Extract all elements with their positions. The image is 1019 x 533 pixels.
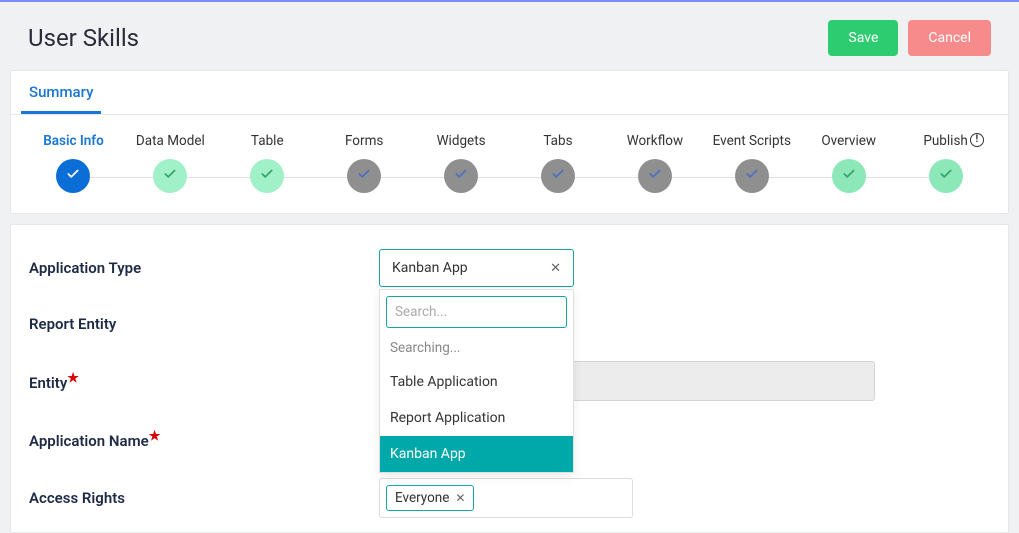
check-icon [260, 167, 274, 185]
row-application-type: Application Type Kanban App ✕ Searching.… [11, 235, 1008, 301]
application-type-dropdown: Searching... Table Application Report Ap… [379, 289, 574, 473]
step-circle [541, 159, 575, 193]
step-label: Event Scripts [713, 133, 791, 149]
label-report-entity: Report Entity [29, 315, 379, 333]
remove-chip-icon[interactable]: ✕ [455, 491, 465, 505]
application-type-value: Kanban App [392, 260, 468, 276]
step-data-model[interactable]: Data Model [122, 133, 219, 193]
dropdown-option-table-application[interactable]: Table Application [380, 364, 573, 400]
step-basic-info[interactable]: Basic Info [25, 133, 122, 193]
step-label: Overview [821, 133, 876, 149]
step-label: Widgets [437, 133, 486, 149]
dropdown-status: Searching... [380, 336, 573, 364]
field-access-rights: Everyone ✕ [379, 478, 990, 518]
check-icon [939, 167, 953, 185]
clear-icon[interactable]: ✕ [550, 261, 561, 276]
cancel-button[interactable]: Cancel [908, 20, 991, 56]
step-circle [153, 159, 187, 193]
tab-bar: Summary [11, 71, 1008, 115]
step-circle [56, 159, 90, 193]
step-circle [735, 159, 769, 193]
check-icon [551, 167, 565, 185]
save-button[interactable]: Save [828, 20, 898, 56]
step-circle [638, 159, 672, 193]
header-buttons: Save Cancel [828, 20, 991, 56]
dropdown-search-wrap [386, 296, 567, 328]
step-circle [929, 159, 963, 193]
dropdown-option-kanban-app[interactable]: Kanban App [380, 436, 573, 472]
step-tabs[interactable]: Tabs [510, 133, 607, 193]
required-star-icon: ★ [149, 429, 161, 444]
check-icon [163, 167, 177, 185]
step-widgets[interactable]: Widgets [413, 133, 510, 193]
dropdown-search-input[interactable] [386, 296, 567, 328]
alert-icon: ! [970, 133, 984, 147]
step-forms[interactable]: Forms [316, 133, 413, 193]
field-application-type: Kanban App ✕ Searching... Table Applicat… [379, 249, 990, 287]
step-label: Workflow [627, 133, 683, 149]
step-label: Forms [345, 133, 383, 149]
step-label: Table [251, 133, 284, 149]
step-label: Publish! [923, 133, 968, 149]
page-title: User Skills [28, 24, 139, 52]
step-workflow[interactable]: Workflow [606, 133, 703, 193]
row-access-rights: Access Rights Everyone ✕ [11, 464, 1008, 532]
required-star-icon: ★ [67, 371, 79, 386]
page-header: User Skills Save Cancel [0, 2, 1019, 70]
step-circle [444, 159, 478, 193]
step-circle [347, 159, 381, 193]
label-application-name: Application Name★ [29, 429, 379, 450]
form-card: Application Type Kanban App ✕ Searching.… [10, 224, 1009, 533]
step-circle [832, 159, 866, 193]
check-icon [648, 167, 662, 185]
check-icon [66, 167, 80, 185]
application-type-select[interactable]: Kanban App ✕ [379, 249, 574, 287]
step-publish[interactable]: Publish! [897, 133, 994, 193]
dropdown-option-report-application[interactable]: Report Application [380, 400, 573, 436]
access-rights-chip-everyone[interactable]: Everyone ✕ [386, 485, 474, 511]
access-rights-input[interactable]: Everyone ✕ [379, 478, 633, 518]
check-icon [842, 167, 856, 185]
label-entity: Entity★ [29, 371, 379, 392]
step-table[interactable]: Table [219, 133, 316, 193]
check-icon [454, 167, 468, 185]
step-label: Data Model [136, 133, 205, 149]
stepper: Basic Info Data Model Table Forms Widgets Tab… [11, 115, 1008, 213]
check-icon [745, 167, 759, 185]
step-event-scripts[interactable]: Event Scripts [703, 133, 800, 193]
label-access-rights: Access Rights [29, 489, 379, 507]
summary-card: Summary Basic Info Data Model Table Forms Wi… [10, 70, 1009, 214]
step-overview[interactable]: Overview [800, 133, 897, 193]
check-icon [357, 167, 371, 185]
step-label: Tabs [543, 133, 572, 149]
label-application-type: Application Type [29, 259, 379, 277]
tab-summary[interactable]: Summary [21, 71, 101, 114]
step-circle [250, 159, 284, 193]
step-label: Basic Info [43, 133, 104, 149]
